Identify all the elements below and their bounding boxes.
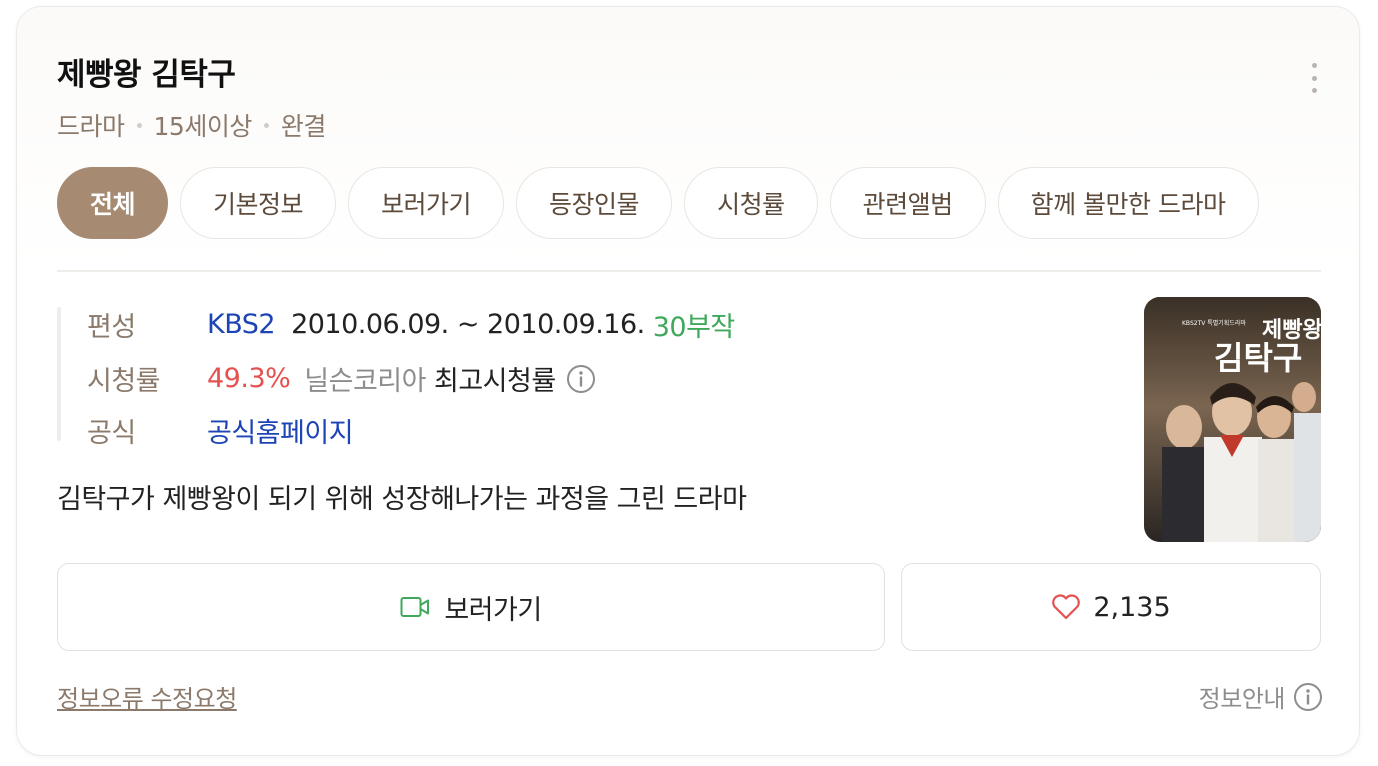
tab-characters[interactable]: 등장인물 — [516, 167, 673, 239]
separator-dot — [136, 122, 142, 128]
separator-dot — [263, 122, 269, 128]
broadcast-label: 편성 — [87, 312, 136, 343]
drama-info-card: 제빵왕 김탁구 드라마 15세이상 완결 전체 기본정보 보러가기 등장인물 시… — [16, 6, 1360, 756]
more-options-button[interactable] — [1307, 63, 1321, 93]
official-homepage-link[interactable]: 공식홈페이지 — [207, 411, 354, 450]
drama-description: 김탁구가 제빵왕이 되기 위해 성장해나가는 과정을 그린 드라마 — [57, 484, 747, 515]
info-accent-bar — [57, 307, 61, 441]
official-row: 공식 공식홈페이지 — [87, 411, 354, 450]
drama-title: 제빵왕 김탁구 — [57, 57, 236, 93]
tab-watch[interactable]: 보러가기 — [348, 167, 505, 239]
broadcast-period: 2010.06.09. ~ 2010.09.16. — [291, 309, 645, 340]
info-icon[interactable] — [566, 364, 596, 394]
more-dot-icon — [1311, 63, 1317, 68]
drama-poster[interactable]: 제빵왕 김탁구 KBS2TV 특별기획드라마 — [1144, 297, 1321, 542]
watch-button-label: 보러가기 — [444, 594, 542, 626]
meta-genre: 드라마 — [57, 112, 125, 141]
tab-all[interactable]: 전체 — [57, 167, 169, 239]
tab-bar: 전체 기본정보 보러가기 등장인물 시청률 관련앨범 함께 볼만한 드라마 — [57, 167, 1259, 239]
meta-status: 완결 — [280, 112, 327, 141]
drama-meta: 드라마 15세이상 완결 — [57, 107, 326, 143]
rating-value: 49.3% — [207, 363, 291, 394]
more-dot-icon — [1311, 75, 1317, 81]
rating-note: 최고시청률 — [433, 366, 556, 397]
tab-related-albums[interactable]: 관련앨범 — [829, 167, 986, 239]
meta-age-rating: 15세이상 — [153, 112, 253, 141]
tab-similar-dramas[interactable]: 함께 볼만한 드라마 — [997, 167, 1259, 239]
episode-count: 30부작 — [652, 312, 736, 343]
rating-label: 시청률 — [87, 366, 161, 397]
info-icon — [1294, 682, 1322, 711]
section-divider — [57, 270, 1321, 272]
like-count: 2,135 — [1093, 591, 1171, 623]
channel-link[interactable]: KBS2 — [207, 309, 276, 340]
tab-basic-info[interactable]: 기본정보 — [180, 167, 337, 239]
more-dot-icon — [1311, 88, 1317, 93]
heart-icon — [1052, 594, 1081, 620]
rating-row: 시청률 49.3% 닐슨코리아 최고시청률 — [87, 359, 596, 398]
watch-button[interactable]: 보러가기 — [57, 563, 885, 651]
video-camera-icon — [400, 597, 430, 617]
tab-ratings[interactable]: 시청률 — [684, 167, 818, 239]
poster-channel-text: KBS2TV 특별기획드라마 — [1182, 319, 1246, 327]
poster-title-text: 김탁구 — [1214, 339, 1302, 377]
like-button[interactable]: 2,135 — [901, 563, 1321, 651]
info-guide-label: 정보안내 — [1198, 685, 1286, 713]
rating-source: 닐슨코리아 — [304, 366, 426, 397]
report-error-link[interactable]: 정보오류 수정요청 — [57, 679, 237, 714]
info-guide-button[interactable]: 정보안내 — [1199, 679, 1323, 714]
official-label: 공식 — [87, 418, 136, 449]
broadcast-row: 편성 KBS2 2010.06.09. ~ 2010.09.16. 30부작 — [87, 305, 735, 344]
